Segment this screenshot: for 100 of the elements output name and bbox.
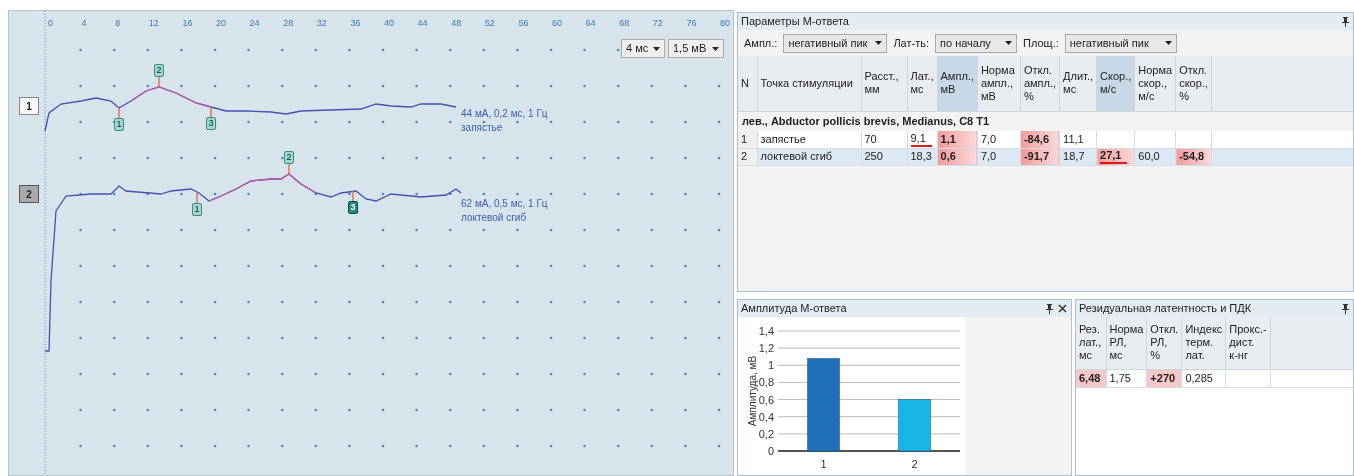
column-header[interactable]: Норма скор., м/с (1134, 56, 1176, 111)
panel-title: Параметры М-ответа (741, 14, 849, 30)
filter-label: Ампл.: (744, 35, 778, 51)
axis-tick-label: 0,2 (758, 427, 774, 440)
peak-marker[interactable]: 3 (206, 117, 216, 130)
trace-annotation: запястье (461, 122, 503, 134)
table-cell: 7,0 (977, 131, 1021, 148)
peak-marker[interactable]: 2 (154, 64, 164, 77)
axis-tick-label: 0,6 (758, 393, 774, 406)
axis-tick-label: 76 (686, 17, 697, 30)
table-cell: -84,6 (1020, 131, 1060, 148)
caret-icon (712, 46, 719, 51)
axis-tick-label: 0 (48, 17, 53, 30)
axis-tick-label: 1,2 (758, 342, 774, 355)
panel-title: Амплитуда М-ответа (741, 301, 847, 317)
peak-marker[interactable]: 3 (348, 201, 358, 214)
filter-dropdown[interactable]: по началу (935, 33, 1017, 53)
axis-tick-label: 56 (518, 17, 529, 30)
axis-tick-label: 1,4 (758, 325, 774, 337)
column-header[interactable]: Расст., мм (861, 56, 907, 111)
axis-tick-label: 40 (384, 17, 394, 30)
table-cell: запястье (757, 131, 861, 148)
table-cell: 18,3 (907, 148, 938, 165)
filter-label: Площ.: (1023, 35, 1059, 51)
axis-tick-label: 32 (316, 17, 327, 30)
peak-marker[interactable]: 1 (114, 118, 124, 131)
trace-annotation: локтевой сгиб (461, 212, 527, 224)
table-cell: 9,1 (907, 131, 938, 148)
column-header[interactable]: Ампл., мВ (937, 56, 978, 111)
axis-tick-label: 80 (720, 17, 730, 30)
column-header[interactable]: Лат., мс (907, 56, 938, 111)
column-header[interactable]: Откл. ампл., % (1020, 56, 1060, 111)
column-header[interactable]: Прокс.- дист. к-нг (1225, 317, 1271, 369)
caret-icon (1164, 41, 1172, 45)
close-icon[interactable] (1058, 304, 1067, 313)
pin-icon[interactable] (1046, 303, 1053, 314)
filter-label: Лат-ть: (893, 35, 929, 51)
pin-icon[interactable] (1342, 303, 1349, 314)
scale-dropdown[interactable]: 1,5 мВ (668, 39, 724, 58)
marker-tick (352, 190, 354, 202)
trace-annotation: 44 мА, 0,2 мс, 1 Гц (461, 108, 548, 120)
column-header[interactable]: Точка стимуляции (757, 56, 861, 111)
axis-tick-label: 28 (283, 17, 294, 30)
column-header[interactable]: Скор., м/с (1096, 56, 1135, 111)
marker-tick (196, 192, 198, 204)
axis-tick-label: 1 (820, 458, 827, 470)
column-header[interactable]: Откл. РЛ, % (1146, 317, 1182, 369)
axis-tick-label: 68 (619, 17, 630, 30)
axis-tick-label: 2 (911, 458, 918, 470)
column-header[interactable]: Длит., мс (1059, 56, 1097, 111)
table-cell: 0,285 (1181, 369, 1226, 387)
axis-tick-label: 0 (767, 445, 774, 457)
axis-tick-label: 60 (552, 17, 562, 30)
column-header[interactable]: N (738, 56, 757, 111)
column-header[interactable]: Рез. лат., мс (1076, 317, 1106, 369)
filter-dropdown[interactable]: негативный пик (1064, 33, 1177, 53)
axis-tick-label: 72 (652, 17, 663, 30)
axis-tick-label: 52 (484, 17, 495, 30)
channel-button[interactable]: 2 (19, 185, 39, 203)
table-cell: 11,1 (1059, 131, 1097, 148)
caret-icon (1005, 41, 1012, 45)
channel-button[interactable]: 1 (19, 97, 39, 115)
axis-tick-label: 20 (216, 17, 226, 30)
table-cell: локтевой сгиб (757, 148, 861, 165)
table-cell: 250 (861, 148, 907, 165)
caret-icon (875, 41, 883, 45)
marker-tick (210, 106, 212, 118)
axis-tick-label: 24 (249, 17, 260, 30)
column-header[interactable]: Норма ампл., мВ (977, 56, 1021, 111)
trace-annotation: 62 мА, 0,5 мс, 1 Гц (461, 198, 548, 210)
pin-icon[interactable] (1342, 16, 1349, 27)
axis-tick-label: 4 (81, 17, 87, 30)
axis-tick-label: 16 (182, 17, 193, 30)
axis-tick-label: 12 (148, 17, 159, 30)
marker-tick (288, 163, 290, 175)
axis-tick-label: 64 (585, 17, 596, 30)
marker-tick (158, 76, 160, 88)
axis-tick-label: 1 (767, 359, 774, 372)
scale-dropdown[interactable]: 4 мс (621, 39, 665, 58)
column-header[interactable]: Откл. скор., % (1175, 56, 1212, 111)
table-cell: 1,75 (1106, 369, 1147, 387)
group-row: лев., Abductor pollicis brevis, Medianus, C8 T1 (738, 111, 1353, 131)
axis-tick-label: 36 (350, 17, 361, 30)
table-cell: 1,1 (937, 131, 978, 148)
axis-tick-label: 48 (451, 17, 462, 30)
marker-tick (118, 107, 120, 119)
peak-marker[interactable]: 2 (284, 151, 294, 164)
column-header[interactable]: Норма РЛ, мс (1106, 317, 1147, 369)
table-cell: 18,7 (1059, 148, 1097, 165)
table-cell: 70 (861, 131, 907, 148)
axis-tick-label: 0,4 (758, 410, 774, 423)
table-cell: 1 (738, 131, 757, 148)
axis-tick-label: 8 (115, 17, 121, 30)
table-row[interactable]: 1 запястье 70 9,1 1,1 7,0 -84,6 11,1 (738, 131, 1353, 148)
table-cell: 60,0 (1134, 148, 1176, 165)
panel-title: Резидуальная латентность и ПДК (1079, 301, 1252, 317)
filter-dropdown[interactable]: негативный пик (783, 33, 888, 53)
axis-tick-label: 44 (417, 17, 428, 30)
column-header[interactable]: Индекс терм. лат. (1181, 317, 1226, 369)
peak-marker[interactable]: 1 (192, 203, 202, 216)
